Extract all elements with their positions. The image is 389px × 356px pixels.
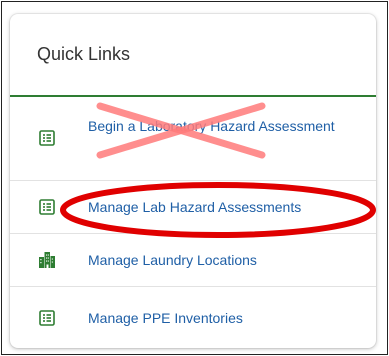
- link-label[interactable]: Begin a Laboratory Hazard Assessment: [88, 115, 356, 137]
- list-icon: [38, 129, 56, 147]
- link-label[interactable]: Manage PPE Inventories: [88, 307, 356, 329]
- building-icon: [38, 251, 56, 269]
- link-begin-lab-hazard-assessment[interactable]: Begin a Laboratory Hazard Assessment: [10, 97, 376, 181]
- list-icon: [38, 198, 56, 216]
- card-header: Quick Links: [10, 14, 376, 97]
- card-title: Quick Links: [37, 44, 131, 64]
- quick-links-card: Quick Links Begin a Laboratory Hazard As…: [10, 14, 376, 348]
- link-label[interactable]: Manage Lab Hazard Assessments: [88, 196, 356, 218]
- link-manage-lab-hazard-assessments[interactable]: Manage Lab Hazard Assessments: [10, 181, 376, 234]
- link-manage-ppe-inventories[interactable]: Manage PPE Inventories: [10, 287, 376, 348]
- link-label[interactable]: Manage Laundry Locations: [88, 249, 356, 271]
- list-icon: [38, 309, 56, 327]
- link-manage-laundry-locations[interactable]: Manage Laundry Locations: [10, 234, 376, 287]
